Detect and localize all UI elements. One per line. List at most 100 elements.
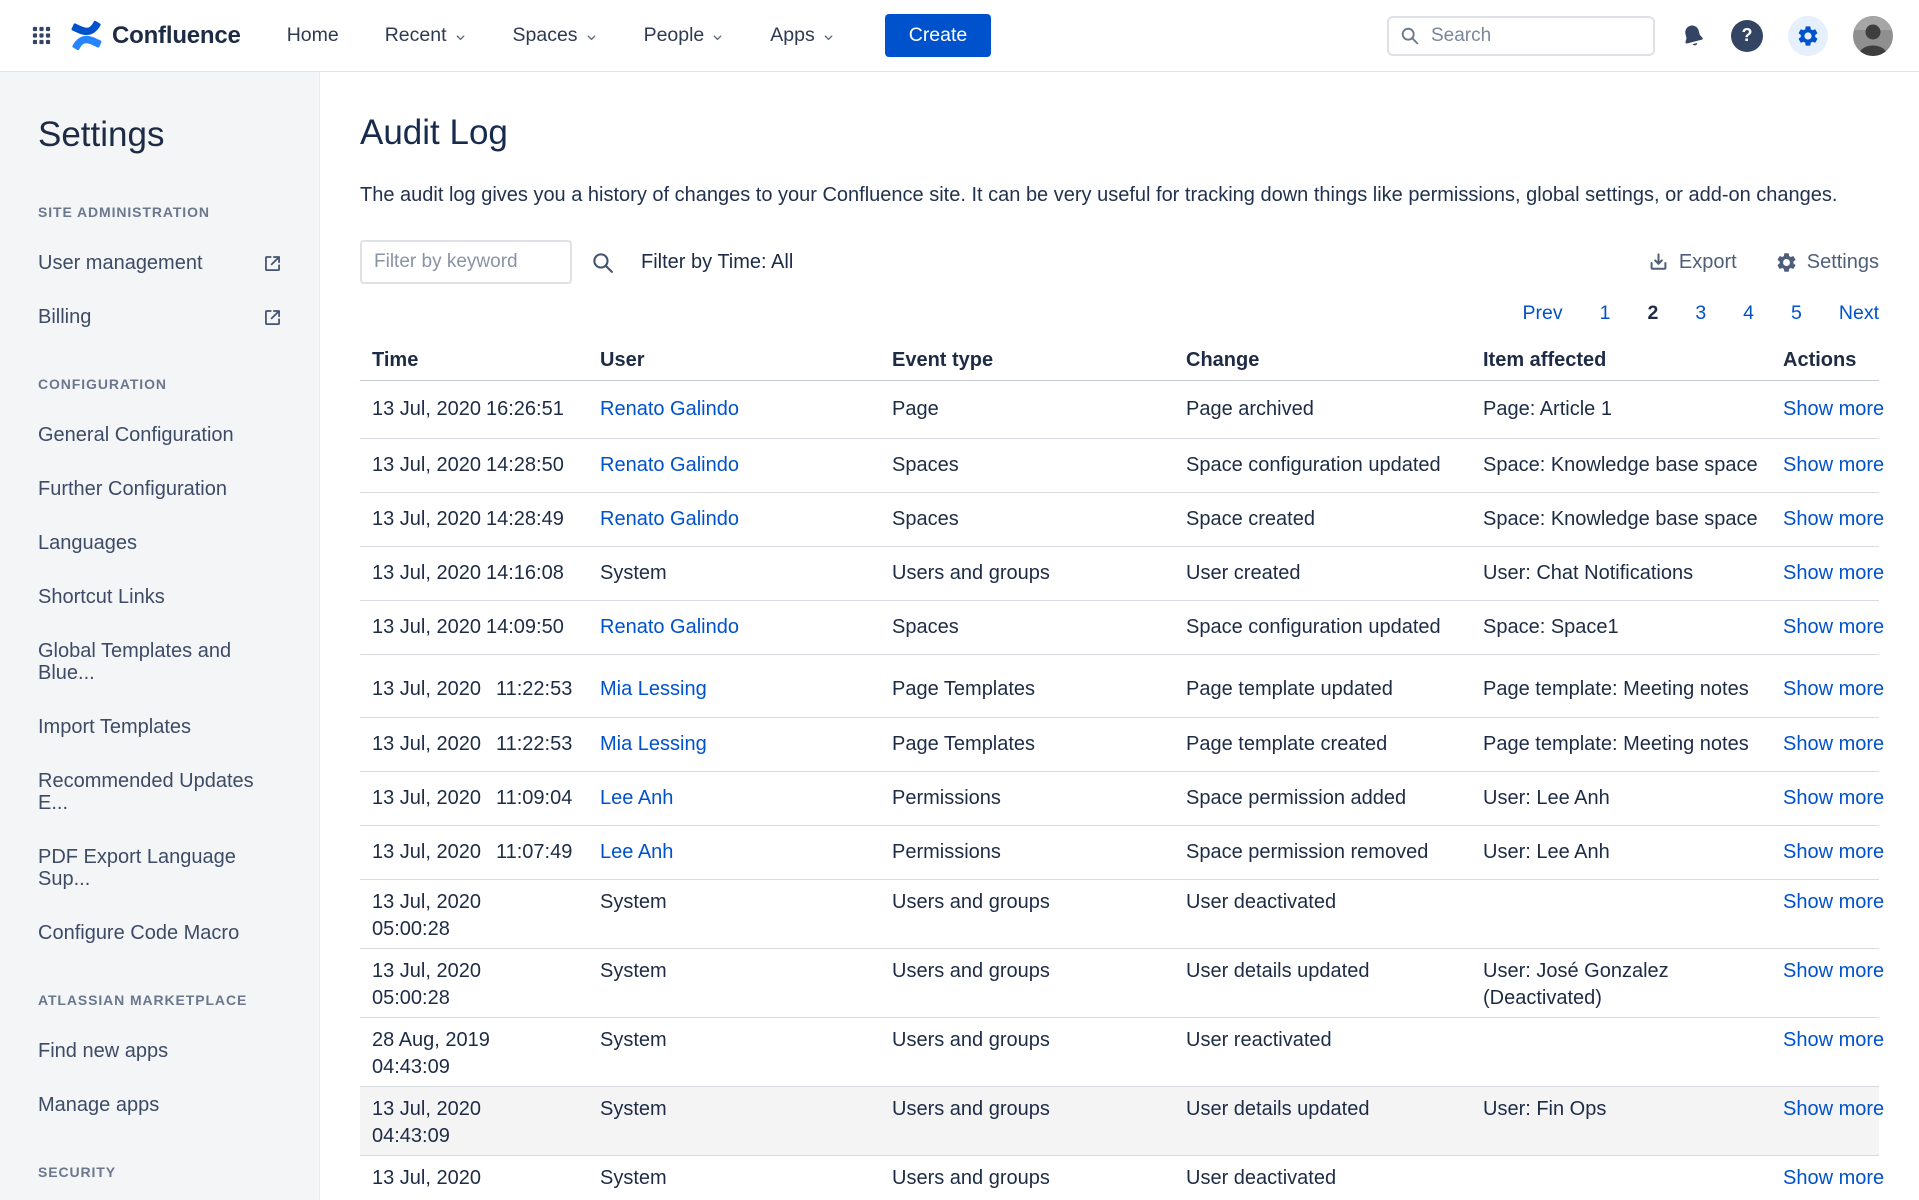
cell-actions: Show more	[1783, 454, 1879, 477]
sidebar-item-user-management[interactable]: User management	[38, 252, 283, 274]
global-search[interactable]	[1387, 16, 1655, 56]
show-more-link[interactable]: Show more	[1783, 787, 1884, 809]
pagination-page[interactable]: 3	[1695, 302, 1706, 325]
event-date: 13 Jul, 2020	[372, 958, 586, 985]
nav-item-recent[interactable]: Recent	[385, 24, 467, 47]
event-date: 13 Jul, 2020	[372, 841, 481, 863]
chevron-down-icon	[585, 31, 598, 44]
cell-user: System	[600, 1027, 892, 1054]
user-link[interactable]: Renato Galindo	[600, 616, 739, 638]
app-switcher-button[interactable]	[26, 20, 57, 51]
nav-item-people[interactable]: People	[644, 24, 725, 47]
user-link[interactable]: Renato Galindo	[600, 508, 739, 530]
confluence-logo-icon	[71, 20, 102, 51]
nav-item-apps[interactable]: Apps	[770, 24, 834, 47]
nav-item-spaces[interactable]: Spaces	[513, 24, 598, 47]
nav-item-home[interactable]: Home	[287, 24, 339, 47]
show-more-link[interactable]: Show more	[1783, 1029, 1884, 1051]
filter-search-button[interactable]	[588, 248, 617, 277]
pagination-page[interactable]: 4	[1743, 302, 1754, 325]
show-more-link[interactable]: Show more	[1783, 398, 1884, 420]
cell-time: 13 Jul, 202011:22:53	[372, 678, 600, 701]
sidebar-item-general-configuration[interactable]: General Configuration	[38, 424, 283, 446]
sidebar-section-site-administration: SITE ADMINISTRATIONUser managementBillin…	[38, 204, 283, 328]
sidebar-item-find-new-apps[interactable]: Find new apps	[38, 1040, 283, 1062]
cell-time: 13 Jul, 202014:16:08	[372, 562, 600, 585]
export-button[interactable]: Export	[1647, 251, 1737, 274]
user-link[interactable]: Lee Anh	[600, 841, 673, 863]
event-time: 14:28:50	[486, 454, 564, 476]
show-more-link[interactable]: Show more	[1783, 1167, 1884, 1189]
sidebar-item-label: Further Configuration	[38, 478, 227, 500]
sidebar-item-global-templates-and-blue[interactable]: Global Templates and Blue...	[38, 640, 283, 684]
sidebar-item-label: PDF Export Language Sup...	[38, 846, 283, 890]
cell-time: 13 Jul, 202011:22:53	[372, 733, 600, 756]
cell-item-affected: Space: Knowledge base space	[1483, 508, 1783, 531]
user-link[interactable]: Mia Lessing	[600, 733, 707, 755]
sidebar-item-further-configuration[interactable]: Further Configuration	[38, 478, 283, 500]
user-link[interactable]: Lee Anh	[600, 787, 673, 809]
user-link[interactable]: Mia Lessing	[600, 678, 707, 700]
show-more-link[interactable]: Show more	[1783, 841, 1884, 863]
pagination-prev[interactable]: Prev	[1522, 302, 1562, 325]
cell-time: 28 Aug, 201904:43:09	[372, 1027, 600, 1081]
sidebar-item-import-templates[interactable]: Import Templates	[38, 716, 283, 738]
table-row: 13 Jul, 202014:28:50Renato GalindoSpaces…	[360, 439, 1879, 493]
confluence-logo[interactable]: Confluence	[71, 20, 241, 51]
notifications-button[interactable]	[1680, 23, 1706, 49]
cell-time: 13 Jul, 2020	[372, 1165, 600, 1192]
pagination-page[interactable]: 1	[1600, 302, 1611, 325]
cell-time: 13 Jul, 202005:00:28	[372, 889, 600, 943]
show-more-link[interactable]: Show more	[1783, 454, 1884, 476]
table-row: 13 Jul, 202011:22:53Mia LessingPage Temp…	[360, 655, 1879, 718]
sidebar-item-shortcut-links[interactable]: Shortcut Links	[38, 586, 283, 608]
settings-label: Settings	[1807, 251, 1879, 274]
cell-user: System	[600, 958, 892, 985]
sidebar-item-billing[interactable]: Billing	[38, 306, 283, 328]
cell-item-affected: Space: Knowledge base space	[1483, 454, 1783, 477]
show-more-link[interactable]: Show more	[1783, 1098, 1884, 1120]
cell-change: User details updated	[1186, 1096, 1483, 1123]
show-more-link[interactable]: Show more	[1783, 616, 1884, 638]
time-filter-dropdown[interactable]: Filter by Time: All	[641, 251, 793, 274]
sidebar-item-label: Recommended Updates E...	[38, 770, 283, 814]
show-more-link[interactable]: Show more	[1783, 562, 1884, 584]
show-more-link[interactable]: Show more	[1783, 960, 1884, 982]
search-input[interactable]	[1429, 24, 1643, 48]
sidebar-item-manage-apps[interactable]: Manage apps	[38, 1094, 283, 1116]
pagination-page-current[interactable]: 2	[1647, 302, 1658, 325]
admin-settings-button[interactable]	[1788, 16, 1828, 56]
show-more-link[interactable]: Show more	[1783, 678, 1884, 700]
user-avatar[interactable]	[1853, 16, 1893, 56]
sidebar-item-pdf-export-language-sup[interactable]: PDF Export Language Sup...	[38, 846, 283, 890]
filter-keyword-input[interactable]	[360, 240, 572, 284]
table-row: 28 Aug, 201904:43:09SystemUsers and grou…	[360, 1018, 1879, 1087]
cell-actions: Show more	[1783, 787, 1879, 810]
show-more-link[interactable]: Show more	[1783, 891, 1884, 913]
create-button[interactable]: Create	[885, 14, 992, 57]
sidebar-item-label: Shortcut Links	[38, 586, 165, 608]
sidebar-item-label: User management	[38, 252, 203, 274]
user-link[interactable]: Renato Galindo	[600, 454, 739, 476]
cell-user: System	[600, 1165, 892, 1192]
sidebar-item-configure-code-macro[interactable]: Configure Code Macro	[38, 922, 283, 944]
help-button[interactable]: ?	[1731, 20, 1763, 52]
table-body: 13 Jul, 202016:26:51Renato GalindoPagePa…	[360, 381, 1879, 1200]
app-grid-icon	[30, 24, 53, 47]
sidebar-item-languages[interactable]: Languages	[38, 532, 283, 554]
column-header-actions: Actions	[1783, 349, 1879, 372]
nav-item-label: Spaces	[513, 24, 578, 47]
user-link[interactable]: Renato Galindo	[600, 398, 739, 420]
sidebar-section-heading: CONFIGURATION	[38, 376, 283, 392]
pagination-next[interactable]: Next	[1839, 302, 1879, 325]
sidebar-item-recommended-updates-e[interactable]: Recommended Updates E...	[38, 770, 283, 814]
event-date: 13 Jul, 2020	[372, 678, 481, 700]
table-settings-button[interactable]: Settings	[1775, 251, 1879, 274]
cell-event-type: Users and groups	[892, 1096, 1186, 1123]
show-more-link[interactable]: Show more	[1783, 733, 1884, 755]
table-header-row: TimeUserEvent typeChangeItem affectedAct…	[360, 341, 1879, 381]
show-more-link[interactable]: Show more	[1783, 508, 1884, 530]
cell-event-type: Permissions	[892, 841, 1186, 864]
event-time: 11:07:49	[496, 841, 572, 863]
pagination-page[interactable]: 5	[1791, 302, 1802, 325]
